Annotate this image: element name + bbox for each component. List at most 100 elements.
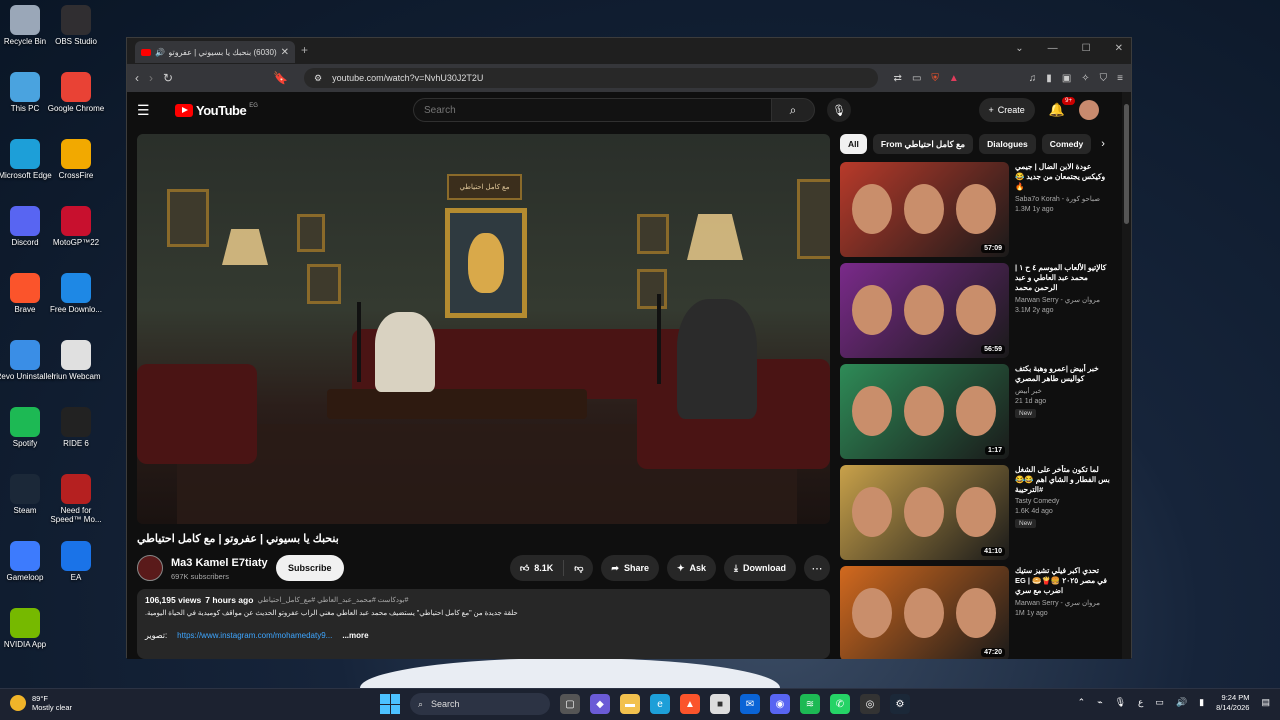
close-window-button[interactable]: ✕ [1115, 43, 1123, 54]
back-button[interactable]: ‹ [135, 71, 139, 85]
hashtags[interactable]: #بودكاست #محمد_عبد_العاطي #مع_كامل_احتيا… [257, 596, 408, 604]
guide-menu-icon[interactable]: ☰ [137, 102, 165, 119]
store-icon[interactable]: ■ [710, 694, 730, 714]
video-title[interactable]: كالإتيو الألعاب الموسم ٤ ح ١ | محمد عبد … [1015, 263, 1110, 293]
subscribe-button[interactable]: Subscribe [276, 555, 344, 581]
discord-icon[interactable]: ◉ [770, 694, 790, 714]
video-title[interactable]: خبر أبيض |عمرو وهبة بكتف كواليس طاهر الم… [1015, 364, 1110, 384]
url-field[interactable]: ⚙ youtube.com/watch?v=NvhU30J2T2U [304, 68, 878, 88]
page-scrollbar[interactable] [1122, 92, 1131, 659]
chevron-up-icon[interactable]: ⌃ [1078, 697, 1086, 708]
volume-icon[interactable]: 🔊 [1176, 697, 1187, 708]
brave-rewards-icon[interactable]: ▲ [949, 73, 959, 84]
video-channel[interactable]: خبر أبيض [1015, 387, 1110, 395]
ask-button[interactable]: ✦ Ask [666, 555, 717, 581]
notification-center-icon[interactable]: ▤ [1261, 697, 1270, 708]
channel-avatar[interactable] [137, 555, 163, 581]
desktop-icon[interactable]: Need for Speed™ Mo... [46, 474, 106, 525]
recommended-video[interactable]: 1:17 خبر أبيض |عمرو وهبة بكتف كواليس طاهر… [840, 364, 1110, 465]
microphone-icon[interactable]: 🎙 [1115, 697, 1126, 708]
desktop-icon[interactable]: NVIDIA App [0, 608, 55, 650]
scrollbar-thumb[interactable] [1124, 104, 1129, 224]
brave-icon[interactable]: ▲ [680, 694, 700, 714]
video-thumbnail[interactable]: 41:10 [840, 465, 1009, 560]
edge-icon[interactable]: e [650, 694, 670, 714]
chip-all[interactable]: All [840, 134, 867, 154]
more-actions-button[interactable]: ⋯ [804, 555, 830, 581]
brave-shield-icon[interactable]: ⛨ [931, 73, 939, 84]
description-box[interactable]: 106,195 views 7 hours ago #بودكاست #محمد… [137, 589, 830, 659]
forward-button[interactable]: › [149, 71, 153, 85]
sidebar-icon[interactable]: ▮ [1046, 73, 1052, 84]
maximize-button[interactable]: ☐ [1082, 43, 1091, 54]
recommended-video[interactable]: 47:20 تحدي اكبر فيلي تشيز ستيك في مصر ٢٠٢… [840, 566, 1110, 659]
tab-youtube[interactable]: 🔊 (6030) بنحبك يا بسيوني | عفروتو ✕ [135, 41, 295, 63]
copilot-icon[interactable]: ◆ [590, 694, 610, 714]
language-indicator[interactable]: ع [1138, 697, 1143, 708]
desktop-icon[interactable]: MotoGP™22 [46, 206, 106, 248]
translate-icon[interactable]: ⇄ [894, 73, 902, 84]
minimize-button[interactable]: — [1048, 43, 1058, 54]
desktop-icon[interactable]: Google Chrome [46, 72, 106, 114]
battery-icon[interactable]: ▮ [1199, 697, 1204, 708]
video-thumbnail[interactable]: 1:17 [840, 364, 1009, 459]
extensions-icon[interactable]: ✧ [1081, 73, 1089, 84]
music-icon[interactable]: ♫ [1029, 73, 1037, 84]
youtube-logo[interactable]: YouTube EG [175, 103, 258, 118]
bookmark-icon[interactable]: 🔖 [273, 71, 288, 85]
recommended-video[interactable]: 56:59 كالإتيو الألعاب الموسم ٤ ح ١ | محمد… [840, 263, 1110, 364]
video-channel[interactable]: Tasty Comedy [1015, 498, 1110, 505]
chevron-right-icon[interactable]: › [1101, 138, 1105, 150]
display-icon[interactable]: ▭ [1155, 697, 1164, 708]
wallet-icon[interactable]: ▣ [1062, 73, 1071, 84]
instagram-link[interactable]: https://www.instagram.com/mohamedaty9... [177, 631, 332, 640]
task-view-icon[interactable]: ▢ [560, 694, 580, 714]
video-title[interactable]: لما تكون متأخر على الشغل بس الفطار و الش… [1015, 465, 1110, 495]
download-button[interactable]: ⤓ Download [724, 555, 796, 581]
notifications-button[interactable]: 🔔 9+ [1049, 97, 1075, 118]
site-info-icon[interactable]: ⚙ [314, 73, 322, 84]
voice-search-button[interactable]: 🎙 [827, 98, 851, 122]
create-button[interactable]: + Create [978, 98, 1035, 122]
chip-dialogues[interactable]: Dialogues [979, 134, 1036, 154]
new-tab-button[interactable]: + [301, 43, 308, 57]
search-button[interactable]: ⌕ [771, 98, 815, 122]
tab-search-icon[interactable]: ⌄ [1015, 43, 1023, 54]
obs-icon[interactable]: ◎ [860, 694, 880, 714]
chip-from-channel[interactable]: From مع كامل احتياطي [872, 134, 974, 154]
like-button[interactable]: 👍︎ 8.1K [510, 555, 563, 581]
taskbar-search[interactable]: ⌕ Search [410, 693, 550, 715]
search-input[interactable] [413, 98, 771, 122]
desktop-icon[interactable]: OBS Studio [46, 5, 106, 47]
desktop-icon[interactable]: EA [46, 541, 106, 583]
menu-icon[interactable]: ≡ [1117, 73, 1123, 84]
video-thumbnail[interactable]: 47:20 [840, 566, 1009, 659]
desktop-icon[interactable]: CrossFire [46, 139, 106, 181]
desktop-icon[interactable]: Free Downlo... [46, 273, 106, 315]
chip-comedy[interactable]: Comedy [1041, 134, 1092, 154]
video-channel[interactable]: Saba7o Korah - صباحو كورة [1015, 195, 1110, 203]
recommended-video[interactable]: 57:09 عودة الابن الضال | جيمي وكيكس يجتمع… [840, 162, 1110, 263]
reload-button[interactable]: ↻ [163, 71, 173, 85]
close-tab-icon[interactable]: ✕ [281, 47, 289, 58]
video-thumbnail[interactable]: 56:59 [840, 263, 1009, 358]
spotify-icon[interactable]: ≋ [800, 694, 820, 714]
dislike-button[interactable]: 👎︎ [564, 555, 593, 581]
steam-icon[interactable]: ⚙ [890, 694, 910, 714]
video-title[interactable]: عودة الابن الضال | جيمي وكيكس يجتمعان من… [1015, 162, 1110, 192]
video-thumbnail[interactable]: 57:09 [840, 162, 1009, 257]
show-more-button[interactable]: ...more [342, 631, 368, 640]
video-player[interactable]: مع كامل احتياطي [137, 134, 830, 524]
desktop-icon[interactable]: Iriun Webcam [46, 340, 106, 382]
vpn-icon[interactable]: ⛉ [1100, 73, 1108, 84]
video-title[interactable]: تحدي اكبر فيلي تشيز ستيك في مصر ٢٠٢٥ 🍔🍟🥯… [1015, 566, 1110, 596]
share-button[interactable]: ➦ Share [601, 555, 659, 581]
whatsapp-icon[interactable]: ✆ [830, 694, 850, 714]
channel-name[interactable]: Ma3 Kamel E7tiaty [171, 557, 268, 569]
start-button[interactable] [380, 694, 400, 714]
video-channel[interactable]: Marwan Serry - مروان سري [1015, 599, 1110, 607]
clock[interactable]: 9:24 PM 8/14/2026 [1216, 693, 1249, 713]
account-avatar[interactable] [1079, 100, 1099, 120]
cast-icon[interactable]: ▭ [912, 73, 921, 84]
file-explorer-icon[interactable]: ▬ [620, 694, 640, 714]
